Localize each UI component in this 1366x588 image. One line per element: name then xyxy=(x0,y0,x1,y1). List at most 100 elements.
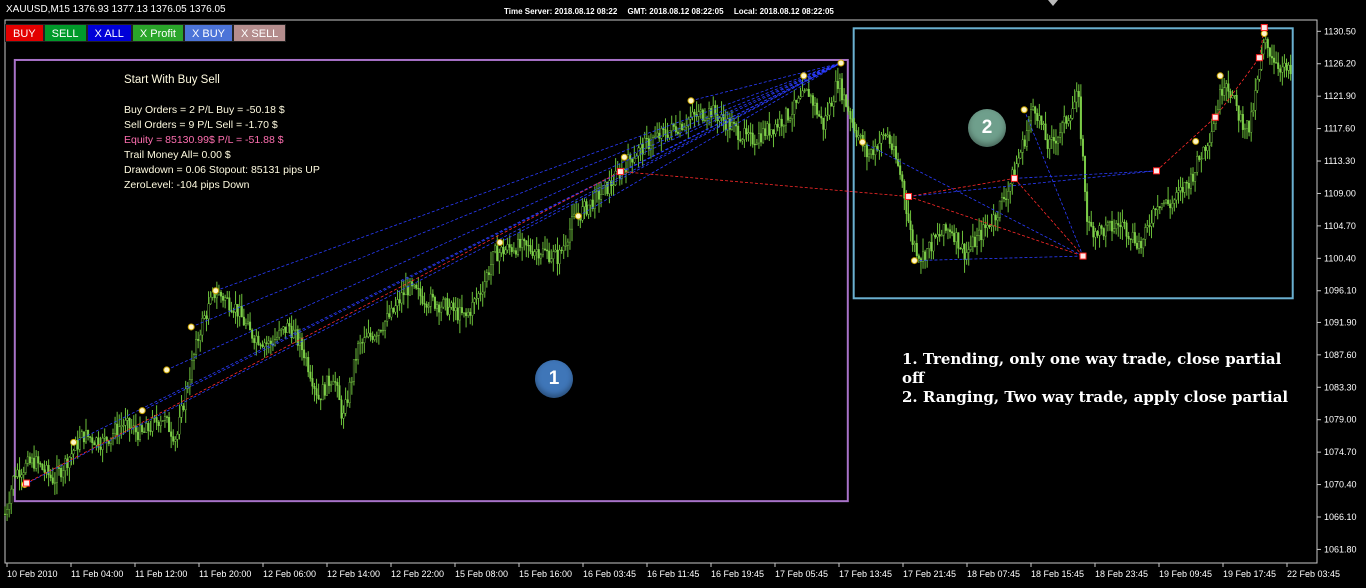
candle-body xyxy=(361,342,364,344)
close-profit-button[interactable]: X Profit xyxy=(131,24,184,42)
candle-body xyxy=(1036,113,1039,121)
candle-body xyxy=(934,234,937,238)
badge-ranging: 2 xyxy=(968,109,1006,147)
candle-body xyxy=(558,249,561,264)
candle-body xyxy=(1007,191,1010,200)
candle-body xyxy=(6,509,9,515)
candle-body xyxy=(978,229,981,236)
candle-body xyxy=(699,109,702,112)
candle-body xyxy=(1165,199,1168,204)
candle-body xyxy=(1281,66,1284,73)
close-sell-button[interactable]: X SELL xyxy=(233,24,287,42)
candle-body xyxy=(363,337,366,343)
price-chart[interactable]: 1130.50 1126.20 1121.90 1117.60 1113.30 1109.… xyxy=(0,0,1366,588)
candle-body xyxy=(355,359,358,361)
candle-body xyxy=(409,281,412,296)
candle-body xyxy=(942,224,945,236)
candle-body xyxy=(452,302,455,312)
candle-body xyxy=(1221,89,1224,96)
candle-body xyxy=(940,234,943,237)
candle-body xyxy=(1202,146,1205,160)
y-tick-label: 1104.70 xyxy=(1324,221,1356,231)
candle-body xyxy=(255,335,258,343)
candle-body xyxy=(1017,157,1020,164)
candle-body xyxy=(1088,221,1091,223)
candle-body xyxy=(423,303,426,305)
candle-body xyxy=(803,90,806,92)
candle-body xyxy=(791,114,794,120)
candle-body xyxy=(562,245,565,251)
info-buy-orders: Buy Orders = 2 P/L Buy = -50.18 $ xyxy=(124,104,285,116)
candle-body xyxy=(560,249,563,252)
candle-body xyxy=(107,440,110,444)
candle-body xyxy=(1030,109,1033,122)
candle-body xyxy=(600,194,603,200)
candle-body xyxy=(60,468,63,478)
info-drawdown: Drawdown = 0.06 Stopout: 85131 pips UP xyxy=(124,164,320,176)
candle-body xyxy=(915,243,918,256)
candle-body xyxy=(398,299,401,304)
candle-body xyxy=(639,143,642,149)
badge-trending: 1 xyxy=(535,360,573,398)
buy-order-marker xyxy=(1192,137,1200,145)
candle-body xyxy=(338,385,341,401)
y-tick-label: 1070.40 xyxy=(1324,480,1357,490)
candle-body xyxy=(971,236,974,247)
sell-button[interactable]: SELL xyxy=(43,24,87,42)
buy-order-marker xyxy=(859,138,866,146)
candle-body xyxy=(546,249,549,252)
candle-body xyxy=(1248,120,1251,133)
candle-body xyxy=(888,134,891,144)
candle-body xyxy=(346,399,349,403)
candle-body xyxy=(1034,106,1037,114)
candle-body xyxy=(693,111,696,115)
candle-body xyxy=(816,102,819,115)
sell-order-marker xyxy=(1211,113,1219,121)
candle-body xyxy=(357,343,360,361)
sell-order-marker xyxy=(1153,167,1160,175)
candle-body xyxy=(1025,130,1028,147)
chart-frame xyxy=(4,19,1318,564)
candle-body xyxy=(303,349,306,359)
candle-body xyxy=(708,108,711,119)
candle-body xyxy=(1005,198,1008,200)
candle-body xyxy=(174,439,177,442)
candle-body xyxy=(62,470,65,478)
candle-body xyxy=(936,234,939,238)
candle-body xyxy=(884,134,887,137)
candle-body xyxy=(527,244,530,247)
candle-body xyxy=(159,420,162,427)
candle-body xyxy=(911,229,914,245)
candle-body xyxy=(373,335,376,340)
candle-body xyxy=(170,431,173,437)
candle-body xyxy=(512,250,515,252)
candle-body xyxy=(1094,231,1097,238)
candle-body xyxy=(805,88,808,91)
candle-body xyxy=(666,134,669,138)
y-tick-label: 1126.20 xyxy=(1324,59,1356,69)
candle-body xyxy=(656,132,659,137)
candle-body xyxy=(747,132,750,135)
candle-body xyxy=(1192,173,1195,182)
sell-order-marker xyxy=(1079,252,1087,260)
buy-button[interactable]: BUY xyxy=(5,24,44,42)
candle-body xyxy=(215,294,218,299)
candle-body xyxy=(1135,242,1138,249)
candle-body xyxy=(124,420,127,426)
close-buy-button[interactable]: X BUY xyxy=(183,24,233,42)
candle-body xyxy=(496,245,499,262)
sell-order-marker xyxy=(1010,174,1018,182)
candle-body xyxy=(485,272,488,282)
candle-body xyxy=(483,281,486,293)
candle-body xyxy=(103,436,106,439)
candle-body xyxy=(460,307,463,314)
candle-body xyxy=(1233,94,1236,97)
chart-area[interactable]: 1130.50 1126.20 1121.90 1117.60 1113.30 1109.… xyxy=(0,0,1366,588)
close-all-button[interactable]: X ALL xyxy=(86,24,132,42)
candle-body xyxy=(51,477,54,484)
x-tick-label: 16 Feb 03:45 xyxy=(583,569,636,579)
candle-body xyxy=(1096,231,1099,236)
candle-body xyxy=(220,291,223,297)
candle-body xyxy=(292,329,295,339)
candle-body xyxy=(251,329,254,339)
